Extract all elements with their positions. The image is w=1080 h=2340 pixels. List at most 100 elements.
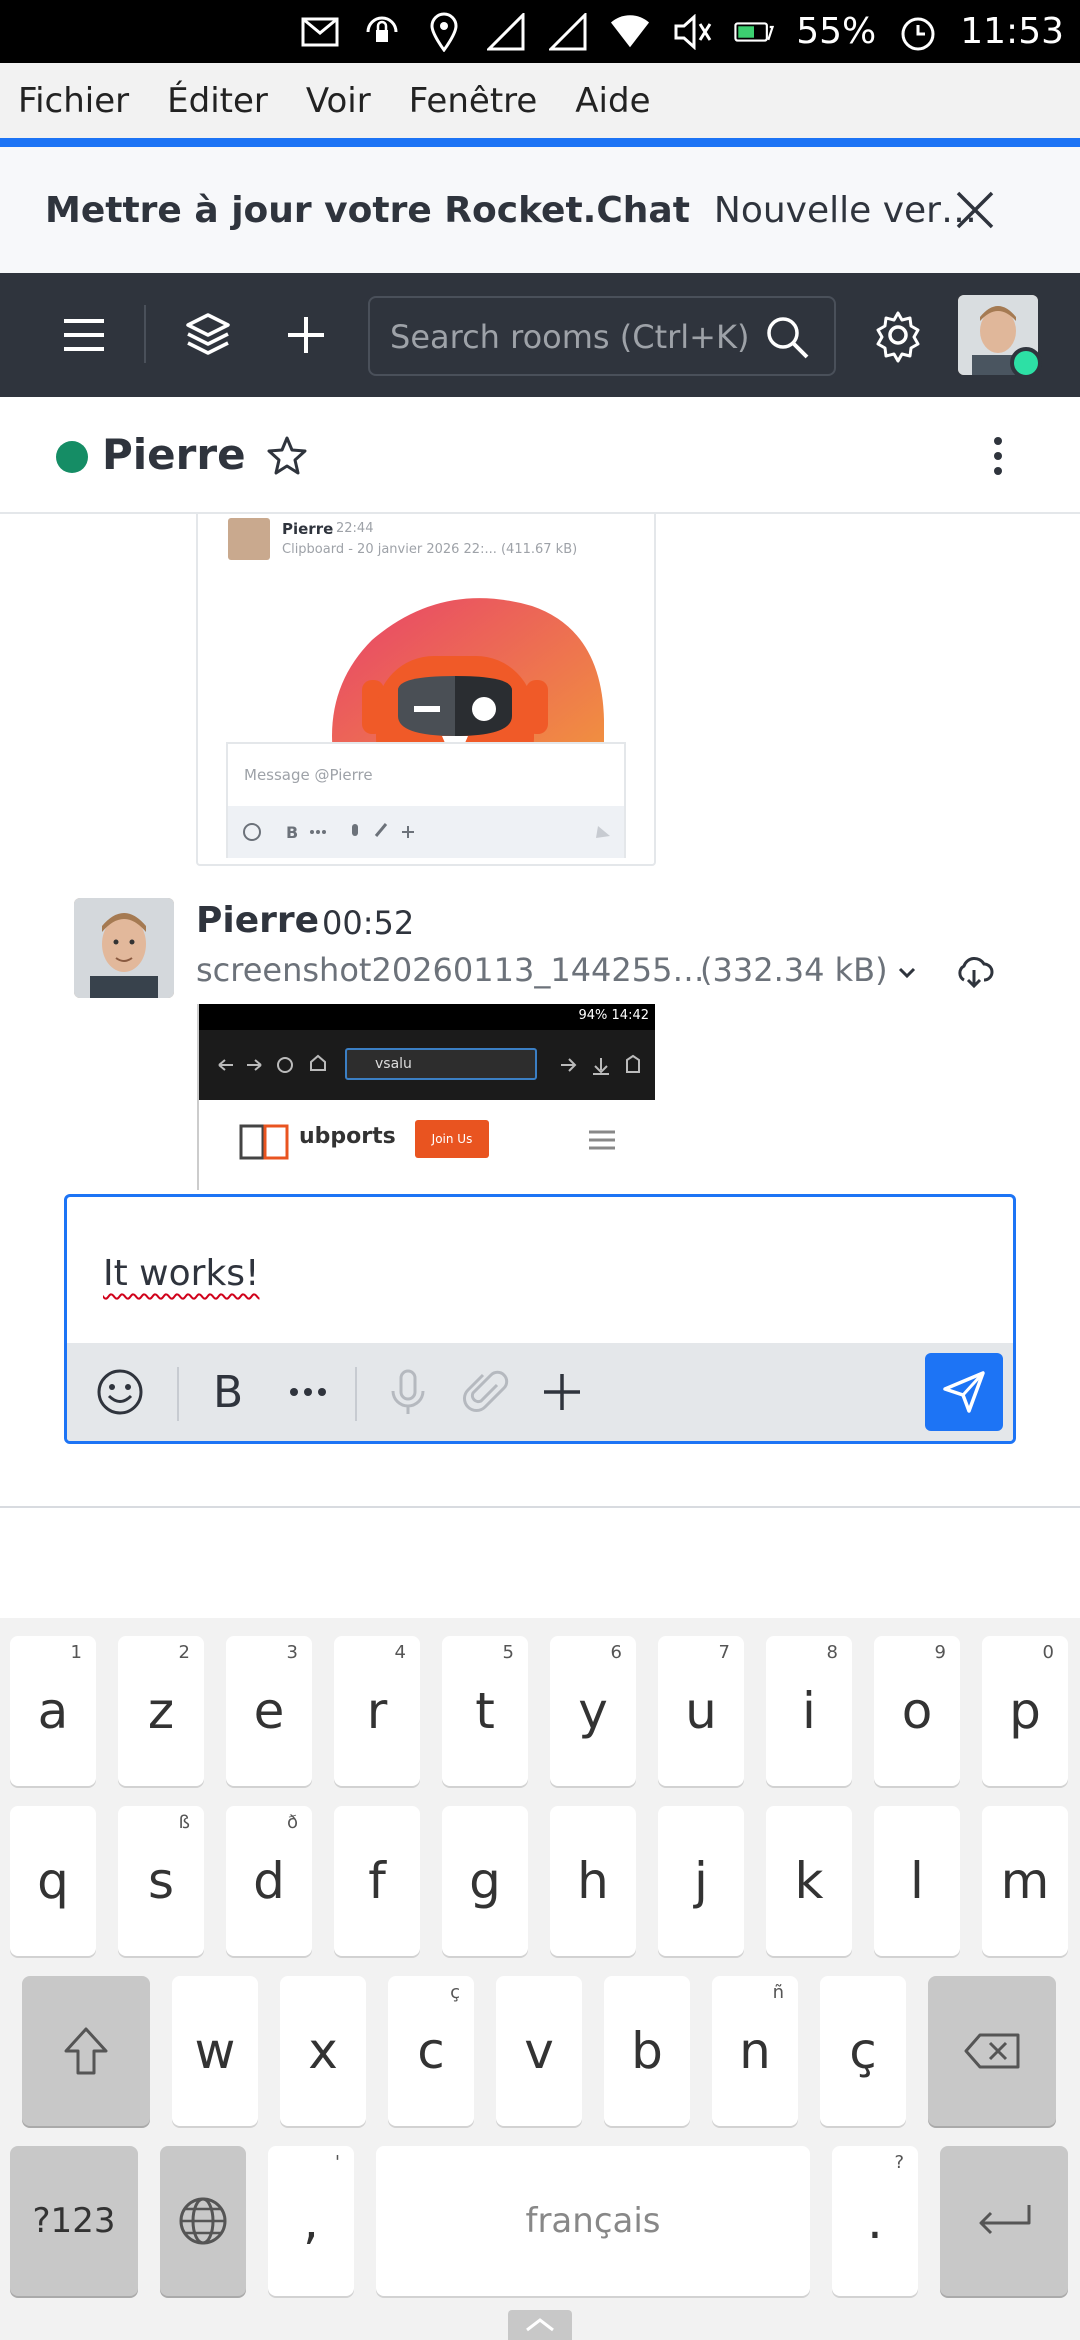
key-hint: ? (894, 2152, 904, 2173)
key-label: l (910, 1852, 924, 1910)
space-key[interactable]: français (376, 2146, 810, 2296)
plus-icon[interactable] (535, 1365, 589, 1419)
search-box[interactable] (368, 296, 836, 376)
menu-fichier[interactable]: Fichier (18, 81, 129, 121)
key-label: o (901, 1682, 933, 1740)
directory-icon[interactable] (180, 307, 236, 363)
hamburger-menu-icon[interactable] (56, 307, 112, 363)
key-hint: 6 (610, 1642, 622, 1663)
key-w[interactable]: w (172, 1976, 258, 2126)
star-icon[interactable] (266, 434, 308, 476)
key-y[interactable]: y6 (550, 1636, 636, 1786)
key-hint: 0 (1042, 1642, 1054, 1663)
key-d[interactable]: dð (226, 1806, 312, 1956)
search-input[interactable] (390, 314, 760, 360)
key-t[interactable]: t5 (442, 1636, 528, 1786)
key-h[interactable]: h (550, 1806, 636, 1956)
key-b[interactable]: b (604, 1976, 690, 2126)
message-author[interactable]: Pierre (196, 900, 319, 941)
message-composer[interactable]: It works! B (64, 1194, 1016, 1444)
key-u[interactable]: u7 (658, 1636, 744, 1786)
online-status-dot (56, 441, 88, 473)
preview-composer: Message @Pierre B (226, 742, 626, 858)
room-title[interactable]: Pierre (102, 430, 246, 479)
key-hint: ð (286, 1812, 298, 1833)
key-hint: ç (450, 1982, 460, 2003)
key-v[interactable]: v (496, 1976, 582, 2126)
message-list[interactable]: Pierre 22:44 Clipboard - 20 janvier 2026… (0, 514, 1080, 1190)
enter-key[interactable] (940, 2146, 1068, 2296)
key-c-cedilla[interactable]: ç (820, 1976, 906, 2126)
update-banner[interactable]: Mettre à jour votre Rocket.Chat Nouvelle… (0, 147, 1080, 273)
language-key[interactable] (160, 2146, 246, 2296)
key-j[interactable]: j (658, 1806, 744, 1956)
attachment-file-name[interactable]: screenshot20260113_144255000.png (196, 951, 716, 989)
menu-aide[interactable]: Aide (575, 81, 650, 121)
key-label: g (469, 1852, 501, 1910)
key-e[interactable]: e3 (226, 1636, 312, 1786)
key-label: i (802, 1682, 816, 1740)
key-label: q (37, 1852, 69, 1910)
image-attachment[interactable]: Pierre 22:44 Clipboard - 20 janvier 2026… (196, 514, 656, 866)
create-new-icon[interactable] (278, 307, 334, 363)
key-s[interactable]: sß (118, 1806, 204, 1956)
screenshot-attachment[interactable]: 94% 14:42 vsalu ubports Join Us (197, 1004, 655, 1190)
status-bar: 55% 11:53 (0, 0, 1080, 63)
enter-icon (979, 2205, 1031, 2235)
battery-icon (734, 12, 775, 52)
preview-toolbar: B (228, 806, 624, 858)
menu-fenetre[interactable]: Fenêtre (409, 81, 538, 121)
on-screen-keyboard: a1 z2 e3 r4 t5 y6 u7 i8 o9 p0 q sß dð f … (0, 1618, 1080, 2340)
keyboard-collapse-handle[interactable] (508, 2310, 572, 2340)
comma-key[interactable]: , ' (268, 2146, 354, 2296)
send-button[interactable] (925, 1353, 1003, 1431)
chevron-down-icon[interactable] (890, 956, 924, 990)
search-icon[interactable] (764, 314, 810, 360)
key-c[interactable]: cç (388, 1976, 474, 2126)
key-k[interactable]: k (766, 1806, 852, 1956)
key-p[interactable]: p0 (982, 1636, 1068, 1786)
key-x[interactable]: x (280, 1976, 366, 2126)
key-label: e (253, 1682, 285, 1740)
kebab-menu-icon[interactable] (978, 433, 1018, 479)
close-icon[interactable] (952, 187, 998, 233)
key-f[interactable]: f (334, 1806, 420, 1956)
key-m[interactable]: m (982, 1806, 1068, 1956)
message-author-avatar[interactable] (74, 898, 174, 998)
key-q[interactable]: q (10, 1806, 96, 1956)
composer-text[interactable]: It works! (103, 1253, 259, 1294)
cloud-download-icon[interactable] (954, 952, 994, 992)
message-input[interactable]: It works! (103, 1253, 259, 1294)
key-label: x (308, 2022, 338, 2080)
shift-key[interactable] (22, 1976, 150, 2126)
key-l[interactable]: l (874, 1806, 960, 1956)
svg-text:B: B (213, 1367, 243, 1418)
key-a[interactable]: a1 (10, 1636, 96, 1786)
banner-title: Mettre à jour votre Rocket.Chat (45, 189, 690, 231)
signal-2-icon (548, 12, 588, 52)
room-header: Pierre (0, 397, 1080, 514)
key-label: c (417, 2022, 445, 2080)
rotation-lock-icon (362, 12, 402, 52)
message-time: 00:52 (322, 904, 415, 942)
key-hint: 9 (934, 1642, 946, 1663)
key-z[interactable]: z2 (118, 1636, 204, 1786)
bold-icon[interactable]: B (203, 1365, 257, 1419)
attachment-icon[interactable] (459, 1365, 513, 1419)
emoji-icon[interactable] (93, 1365, 147, 1419)
menu-editer[interactable]: Éditer (167, 81, 268, 121)
key-r[interactable]: r4 (334, 1636, 420, 1786)
preview-url-field: vsalu (345, 1048, 537, 1080)
more-formatting-icon[interactable] (281, 1365, 335, 1419)
gear-icon[interactable] (870, 307, 926, 363)
period-key[interactable]: .? (832, 2146, 918, 2296)
key-g[interactable]: g (442, 1806, 528, 1956)
menu-voir[interactable]: Voir (306, 81, 371, 121)
backspace-key[interactable] (928, 1976, 1056, 2126)
numbers-key[interactable]: ?123 (10, 2146, 138, 2296)
key-n[interactable]: nñ (712, 1976, 798, 2126)
microphone-icon[interactable] (381, 1365, 435, 1419)
header-divider (144, 305, 146, 363)
key-i[interactable]: i8 (766, 1636, 852, 1786)
key-o[interactable]: o9 (874, 1636, 960, 1786)
